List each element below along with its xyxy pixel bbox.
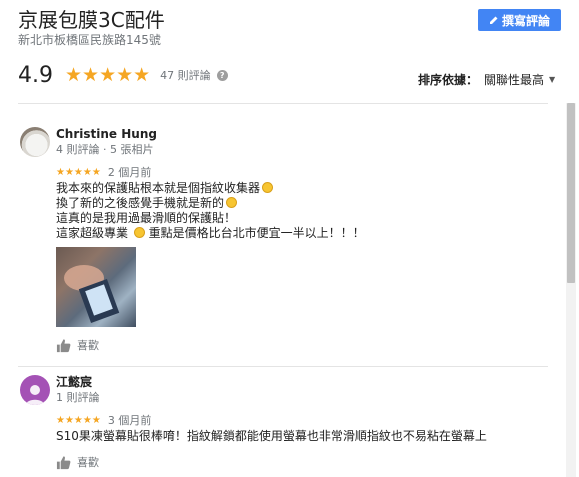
sort-label: 排序依據： <box>418 73 479 87</box>
rating-summary: 4.9 ★★★★★ 47 則評論 ? <box>18 60 228 90</box>
heart-eyes-emoji-icon <box>133 227 145 238</box>
review-time: 3 個月前 <box>107 414 152 427</box>
review-line: 換了新的之後感覺手機就是新的 <box>56 196 225 210</box>
write-review-label: 撰寫評論 <box>501 13 550 28</box>
review-rating: ★★★★★ 3 個月前 <box>56 413 556 427</box>
scrollbar-thumb[interactable] <box>567 103 575 283</box>
write-review-button[interactable]: 撰寫評論 <box>478 9 561 31</box>
like-label: 喜歡 <box>77 456 99 469</box>
thumbs-up-icon <box>56 455 71 469</box>
divider <box>18 366 548 367</box>
review-line: 我本來的保護貼根本就是個指紋收集器 <box>56 181 261 195</box>
review-body: 江懿宸 1 則評論 ★★★★★ 3 個月前 S10果凍螢幕貼很棒唷！指紋解鎖都能… <box>56 375 556 470</box>
review-line: 重點是價格比台北市便宜一半以上！！！ <box>148 226 365 240</box>
caret-down-icon: ▼ <box>549 75 556 84</box>
review-body: Christine Hung 4 則評論 · 5 張相片 ★★★★★ 2 個月前… <box>56 127 556 353</box>
review-stars: ★★★★★ <box>56 414 101 426</box>
review-line: 這家超級專業 <box>56 226 129 240</box>
review-line: S10果凍螢幕貼很棒唷！指紋解鎖都能使用螢幕也非常滑順指紋也不易粘在螢幕上 <box>56 429 487 443</box>
like-button[interactable]: 喜歡 <box>56 337 556 353</box>
review-line: 這真的是我用過最滑順的保護貼！ <box>56 211 237 225</box>
review-time: 2 個月前 <box>107 166 152 179</box>
reviewer-meta: 1 則評論 <box>56 391 100 404</box>
info-icon[interactable]: ? <box>216 69 228 81</box>
average-rating: 4.9 <box>18 62 53 88</box>
avatar[interactable] <box>20 375 50 405</box>
laughing-emoji-icon <box>262 182 274 193</box>
business-header: 京展包膜3C配件 新北市板橋區民族路145號 <box>18 7 165 47</box>
person-icon <box>26 385 44 405</box>
rating-stars: ★★★★★ <box>65 64 151 86</box>
reviewer-meta: 4 則評論 · 5 張相片 <box>56 143 154 156</box>
reviewer-name[interactable]: Christine Hung <box>56 127 556 142</box>
pencil-icon <box>489 16 498 24</box>
review-count: 47 則評論 <box>160 69 211 82</box>
business-name: 京展包膜3C配件 <box>18 8 165 32</box>
sort-value: 關聯性最高 <box>484 73 545 87</box>
review-text: 我本來的保護貼根本就是個指紋收集器 換了新的之後感覺手機就是新的 這真的是我用過… <box>56 181 556 241</box>
avatar[interactable] <box>20 127 50 157</box>
reviews-panel: 京展包膜3C配件 新北市板橋區民族路145號 撰寫評論 4.9 ★★★★★ 47… <box>0 0 579 477</box>
business-address: 新北市板橋區民族路145號 <box>18 33 161 47</box>
divider <box>18 103 548 104</box>
like-button[interactable]: 喜歡 <box>56 454 556 470</box>
review-item: Christine Hung 4 則評論 · 5 張相片 ★★★★★ 2 個月前… <box>18 127 558 359</box>
review-photo[interactable] <box>56 247 136 327</box>
laughing-emoji-icon <box>226 197 238 208</box>
review-text: S10果凍螢幕貼很棒唷！指紋解鎖都能使用螢幕也非常滑順指紋也不易粘在螢幕上 <box>56 429 556 444</box>
sort-dropdown[interactable]: 排序依據： 關聯性最高 ▼ <box>418 71 555 88</box>
review-rating: ★★★★★ 2 個月前 <box>56 165 556 179</box>
scrollbar[interactable] <box>566 103 576 477</box>
thumbs-up-icon <box>56 338 71 352</box>
like-label: 喜歡 <box>77 339 99 352</box>
review-item: 江懿宸 1 則評論 ★★★★★ 3 個月前 S10果凍螢幕貼很棒唷！指紋解鎖都能… <box>18 375 558 475</box>
review-stars: ★★★★★ <box>56 166 101 178</box>
reviewer-name[interactable]: 江懿宸 <box>56 375 556 390</box>
